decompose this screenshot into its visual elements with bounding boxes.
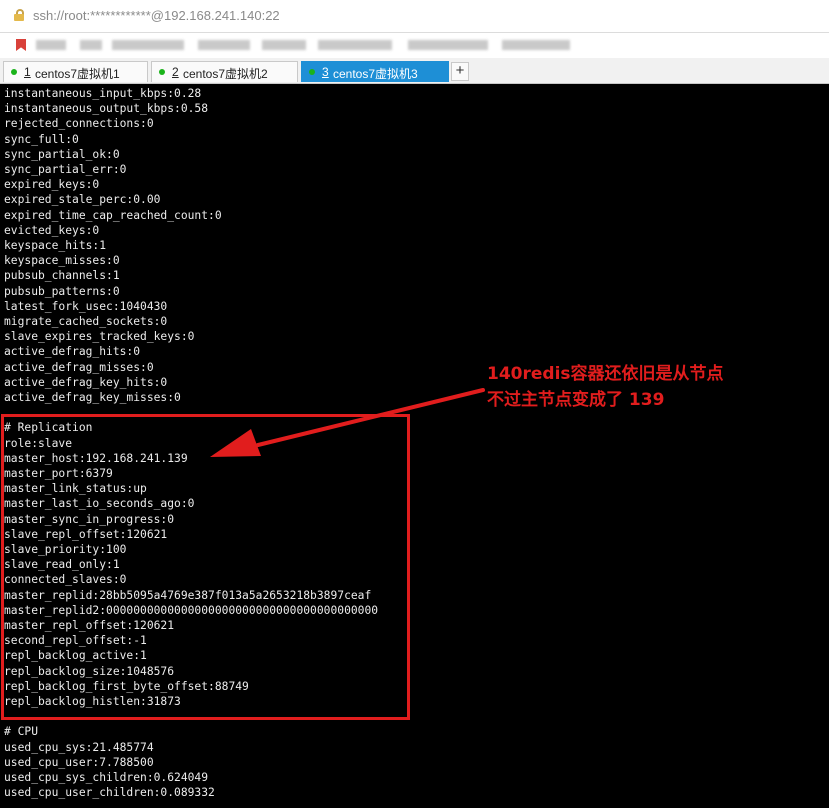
terminal-line: evicted_keys:0	[4, 223, 100, 237]
blurred-bookmark[interactable]	[408, 40, 488, 50]
bookmarks-bar	[0, 33, 829, 58]
blurred-bookmark[interactable]	[80, 40, 102, 50]
terminal-line: used_cpu_user_children:0.089332	[4, 786, 215, 800]
tab-number: 1	[24, 65, 31, 79]
tab-title: centos7虚拟机2	[183, 67, 268, 81]
blurred-bookmark[interactable]	[318, 40, 392, 50]
terminal-line: sync_partial_ok:0	[4, 147, 120, 161]
tab-number: 2	[172, 65, 179, 79]
tab-centos7-vm1[interactable]: 1 centos7虚拟机1	[3, 61, 148, 82]
annotation-line-1: 140redis容器还依旧是从节点	[487, 364, 724, 384]
terminal-line: pubsub_patterns:0	[4, 284, 120, 298]
address-bar[interactable]: ssh://root:************@192.168.241.140:…	[0, 0, 829, 33]
connected-status-icon	[159, 69, 165, 75]
replication-highlight-box	[1, 414, 410, 720]
tab-title: centos7虚拟机1	[35, 67, 120, 81]
terminal-line: used_cpu_user:7.788500	[4, 755, 154, 769]
terminal-line: used_cpu_sys:21.485774	[4, 740, 154, 754]
terminal-line: active_defrag_key_misses:0	[4, 391, 181, 404]
terminal-line: rejected_connections:0	[4, 117, 154, 131]
terminal-line: active_defrag_misses:0	[4, 360, 154, 374]
terminal-line: expired_stale_perc:0.00	[4, 193, 161, 207]
tab-number: 3	[322, 65, 329, 79]
terminal-line: instantaneous_input_kbps:0.28	[4, 87, 202, 100]
connected-status-icon	[11, 69, 17, 75]
terminal-line: sync_full:0	[4, 132, 79, 146]
blurred-bookmark[interactable]	[262, 40, 306, 50]
terminal-line: instantaneous_output_kbps:0.58	[4, 102, 209, 116]
blurred-bookmark[interactable]	[36, 40, 66, 50]
terminal-line: keyspace_misses:0	[4, 254, 120, 268]
address-url[interactable]: ssh://root:************@192.168.241.140:…	[33, 8, 280, 23]
tab-centos7-vm2[interactable]: 2 centos7虚拟机2	[151, 61, 298, 82]
lock-icon	[14, 9, 24, 21]
connected-status-icon	[309, 69, 315, 75]
session-tab-bar: 1 centos7虚拟机1 2 centos7虚拟机2 3 centos7虚拟机…	[0, 58, 829, 84]
terminal-line: migrate_cached_sockets:0	[4, 315, 168, 328]
terminal-line: active_defrag_hits:0	[4, 345, 141, 359]
terminal-line: expired_time_cap_reached_count:0	[4, 208, 222, 222]
terminal-line: keyspace_hits:1	[4, 239, 107, 252]
new-tab-button[interactable]: +	[451, 62, 469, 81]
terminal-line: used_cpu_sys_children:0.624049	[4, 771, 209, 784]
terminal-line: latest_fork_usec:1040430	[4, 299, 168, 313]
bookmark-icon[interactable]	[16, 39, 26, 51]
annotation-line-2: 不过主节点变成了 139	[487, 390, 665, 410]
terminal-line: expired_keys:0	[4, 178, 100, 192]
tab-title: centos7虚拟机3	[333, 67, 418, 81]
blurred-bookmark[interactable]	[198, 40, 250, 50]
blurred-bookmark[interactable]	[112, 40, 184, 50]
terminal-line: # CPU	[4, 725, 39, 739]
terminal-line: active_defrag_key_hits:0	[4, 375, 168, 389]
terminal-line: slave_expires_tracked_keys:0	[4, 330, 195, 344]
terminal-line: pubsub_channels:1	[4, 269, 120, 283]
tab-centos7-vm3[interactable]: 3 centos7虚拟机3	[301, 61, 449, 82]
terminal-line: sync_partial_err:0	[4, 163, 127, 176]
blurred-bookmark[interactable]	[502, 40, 570, 50]
